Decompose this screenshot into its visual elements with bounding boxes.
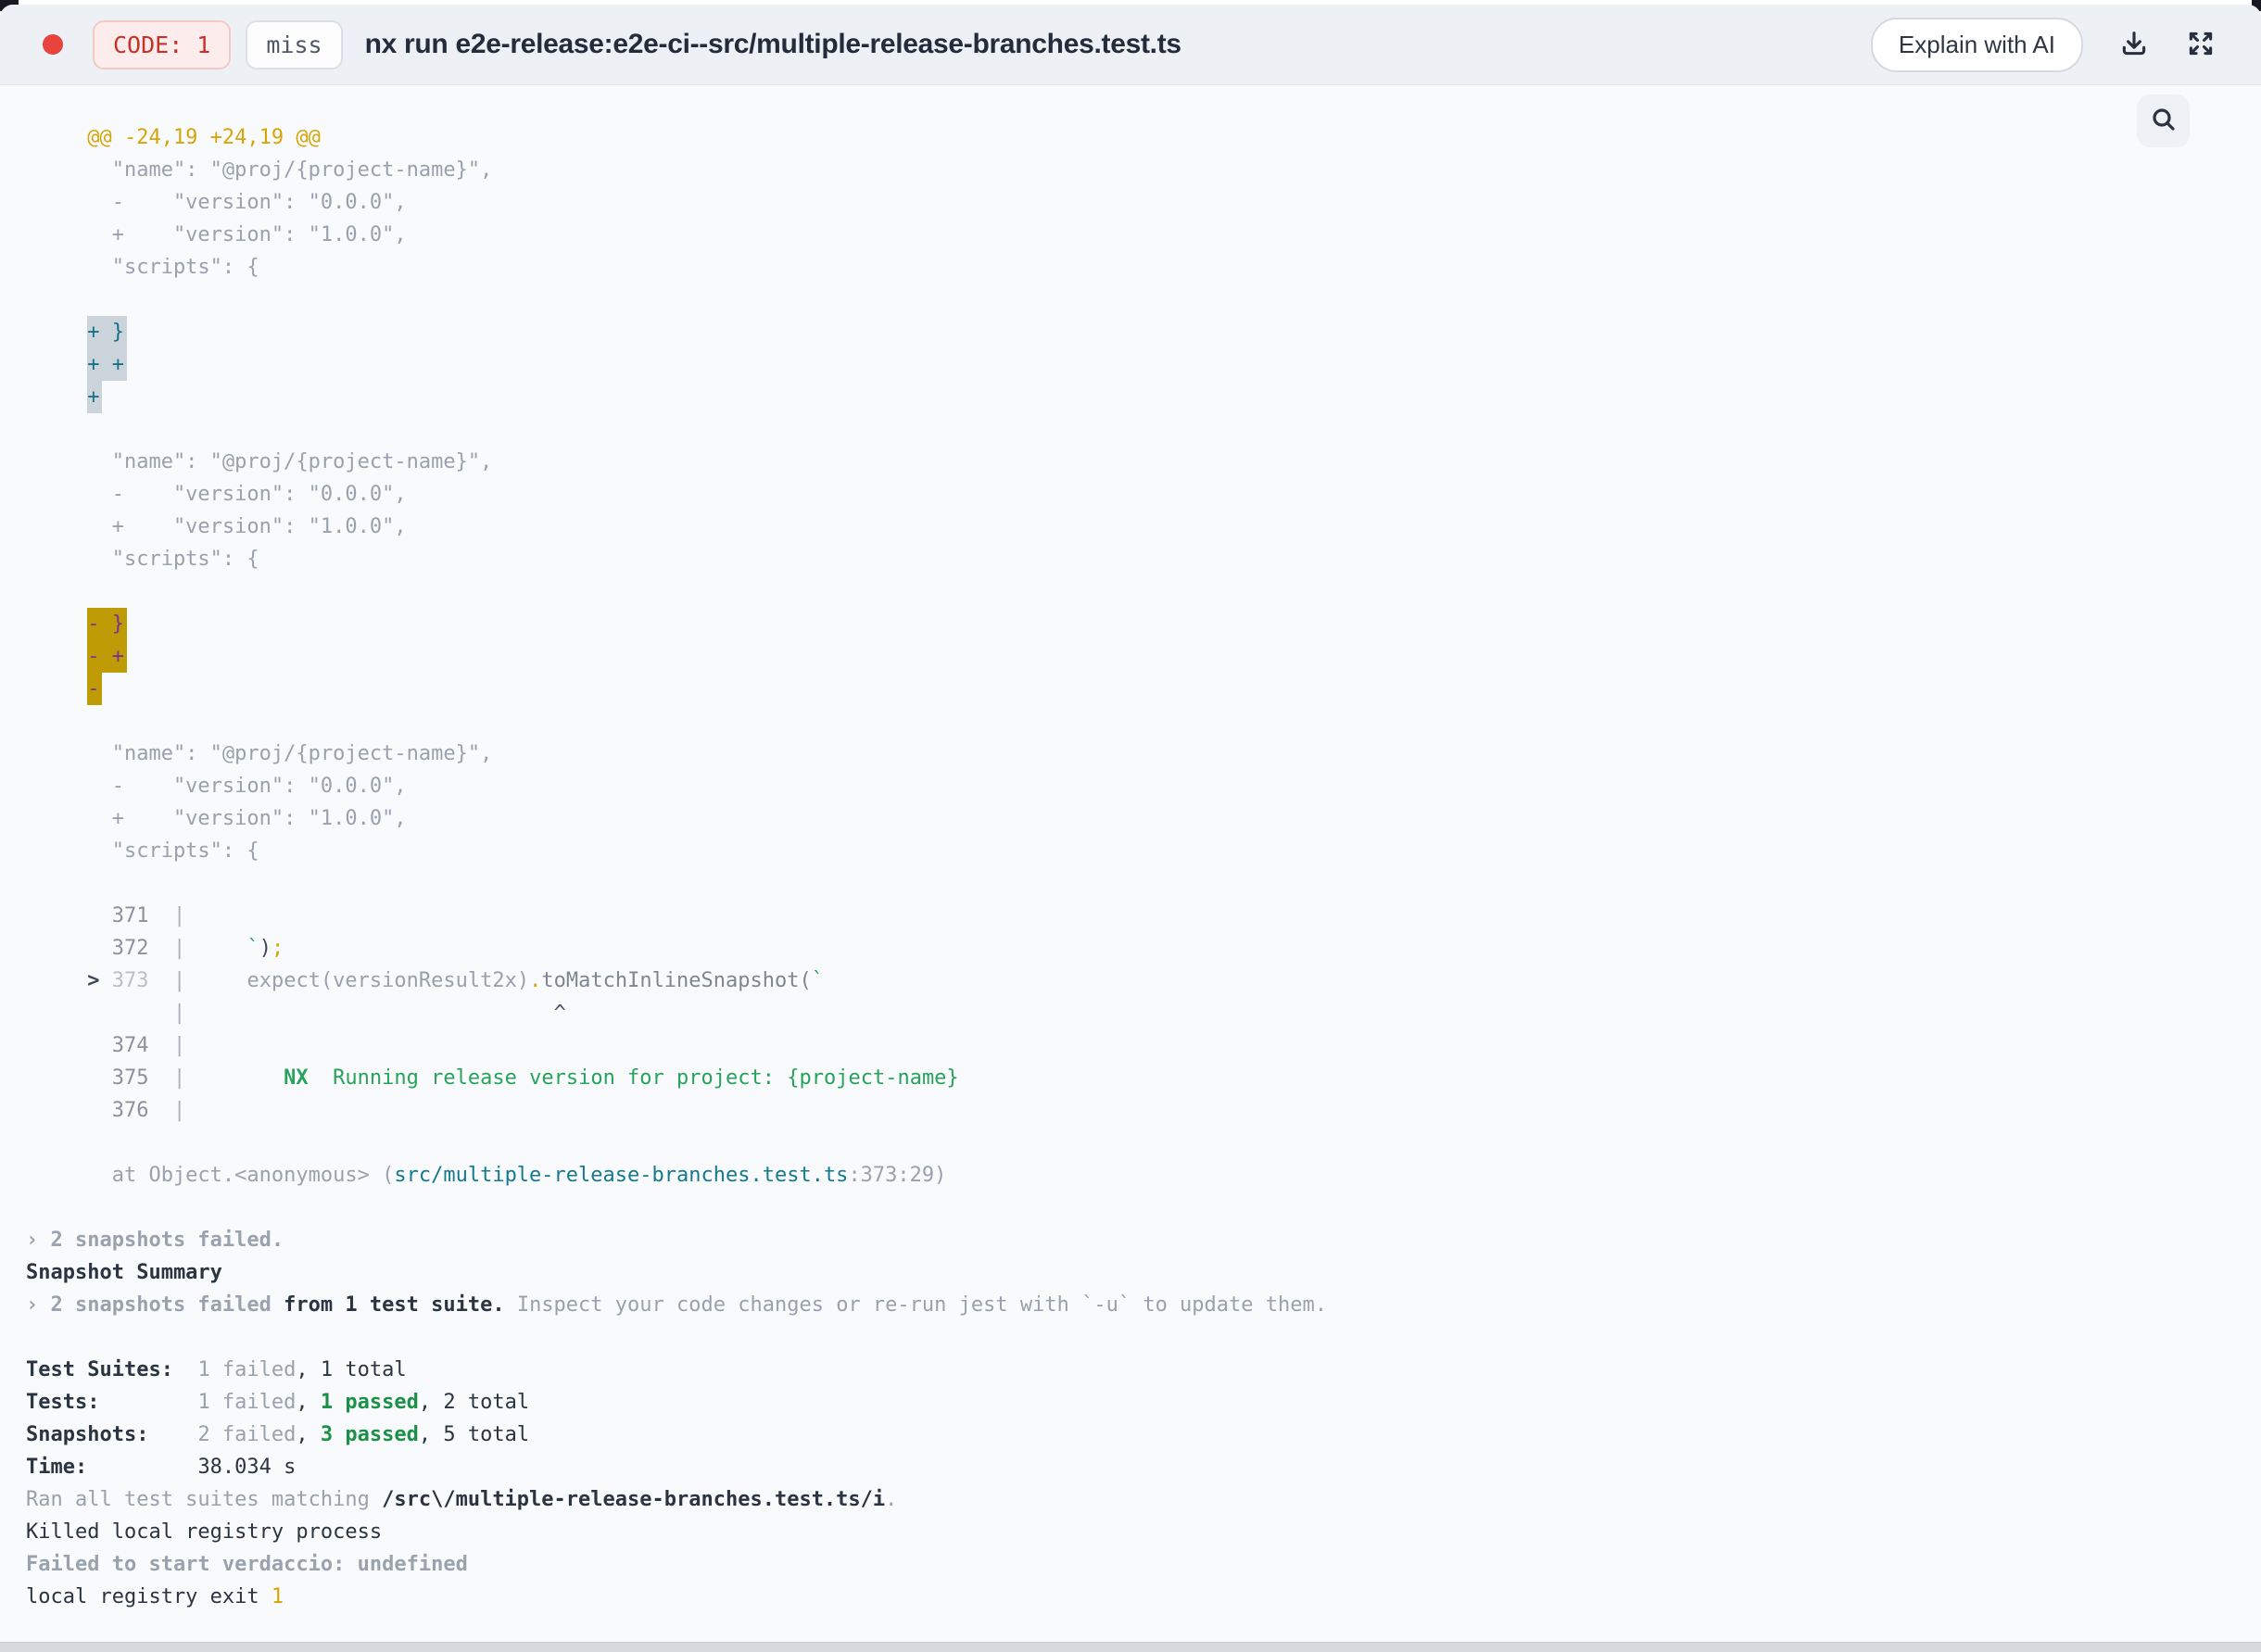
terminal-line: Snapshot Summary: [26, 1261, 222, 1284]
terminal-line: - "version": "0.0.0",: [26, 775, 407, 798]
terminal-line: "scripts": {: [26, 839, 259, 863]
terminal-line: + "version": "1.0.0",: [26, 515, 407, 538]
terminal-line: › 2 snapshots failed.: [26, 1229, 284, 1252]
log-viewer-window: CODE: 1 miss nx run e2e-release:e2e-ci--…: [0, 5, 2261, 1642]
terminal-line: "name": "@proj/{project-name}",: [26, 450, 493, 473]
terminal-line: Failed to start verdaccio: undefined: [26, 1553, 468, 1576]
terminal-line: + "version": "1.0.0",: [26, 223, 407, 246]
terminal-line: 374 |: [26, 1034, 186, 1057]
terminal-line: local registry exit 1: [26, 1585, 284, 1608]
terminal-line: Ran all test suites matching /src\/multi…: [26, 1488, 898, 1511]
terminal-line: Snapshots: 2 failed, 3 passed, 5 total: [26, 1423, 530, 1446]
terminal-line: > 373 | expect(versionResult2x).toMatchI…: [87, 969, 825, 992]
task-title: nx run e2e-release:e2e-ci--src/multiple-…: [364, 29, 1182, 59]
terminal-line: "scripts": {: [26, 256, 259, 279]
terminal-line: 375 | NX Running release version for pro…: [26, 1066, 959, 1090]
terminal-line: -: [26, 673, 2242, 705]
terminal-line: @@ -24,19 +24,19 @@: [26, 126, 321, 149]
red-status-dot: [43, 34, 63, 55]
terminal-line: at Object.<anonymous> (src/multiple-rele…: [26, 1164, 947, 1187]
search-icon: [2149, 105, 2179, 137]
terminal-line: 371 |: [26, 904, 186, 927]
terminal-line: Killed local registry process: [26, 1520, 383, 1544]
terminal-line: - "version": "0.0.0",: [26, 483, 407, 506]
terminal-line: Test Suites: 1 failed, 1 total: [26, 1358, 407, 1381]
download-button[interactable]: [2118, 28, 2150, 62]
explain-with-ai-button[interactable]: Explain with AI: [1870, 17, 2083, 72]
exit-code-badge: CODE: 1: [93, 19, 232, 69]
terminal-line: "name": "@proj/{project-name}",: [26, 158, 493, 182]
log-header: CODE: 1 miss nx run e2e-release:e2e-ci--…: [0, 5, 2261, 85]
terminal-line: - }: [26, 608, 2242, 640]
terminal-line: › 2 snapshots failed from 1 test suite. …: [26, 1293, 1328, 1317]
terminal-line: Tests: 1 failed, 1 passed, 2 total: [26, 1391, 530, 1414]
terminal-line: "name": "@proj/{project-name}",: [26, 742, 493, 765]
terminal-line: +: [26, 381, 2242, 413]
terminal-line: Time: 38.034 s: [26, 1456, 297, 1479]
terminal-line: 372 | `);: [26, 937, 284, 960]
terminal-line: 376 |: [26, 1099, 186, 1122]
terminal-line: - +: [26, 640, 2242, 673]
terminal-output: @@ -24,19 +24,19 @@ "name": "@proj/{proj…: [0, 85, 2261, 1613]
terminal-line: - "version": "0.0.0",: [26, 191, 407, 214]
cache-miss-badge: miss: [246, 19, 343, 69]
expand-icon: [2185, 28, 2217, 62]
download-icon: [2118, 28, 2150, 62]
search-log-button[interactable]: [2137, 95, 2190, 147]
terminal-line: + }: [26, 316, 2242, 348]
terminal-line: + +: [26, 348, 2242, 381]
header-actions: Explain with AI: [1870, 17, 2217, 72]
window-bottom-edge: [0, 1642, 2261, 1652]
terminal-line: + "version": "1.0.0",: [26, 807, 407, 830]
fullscreen-button[interactable]: [2185, 28, 2217, 62]
terminal-line: | ^: [172, 1002, 566, 1025]
terminal-line: "scripts": {: [26, 548, 259, 571]
